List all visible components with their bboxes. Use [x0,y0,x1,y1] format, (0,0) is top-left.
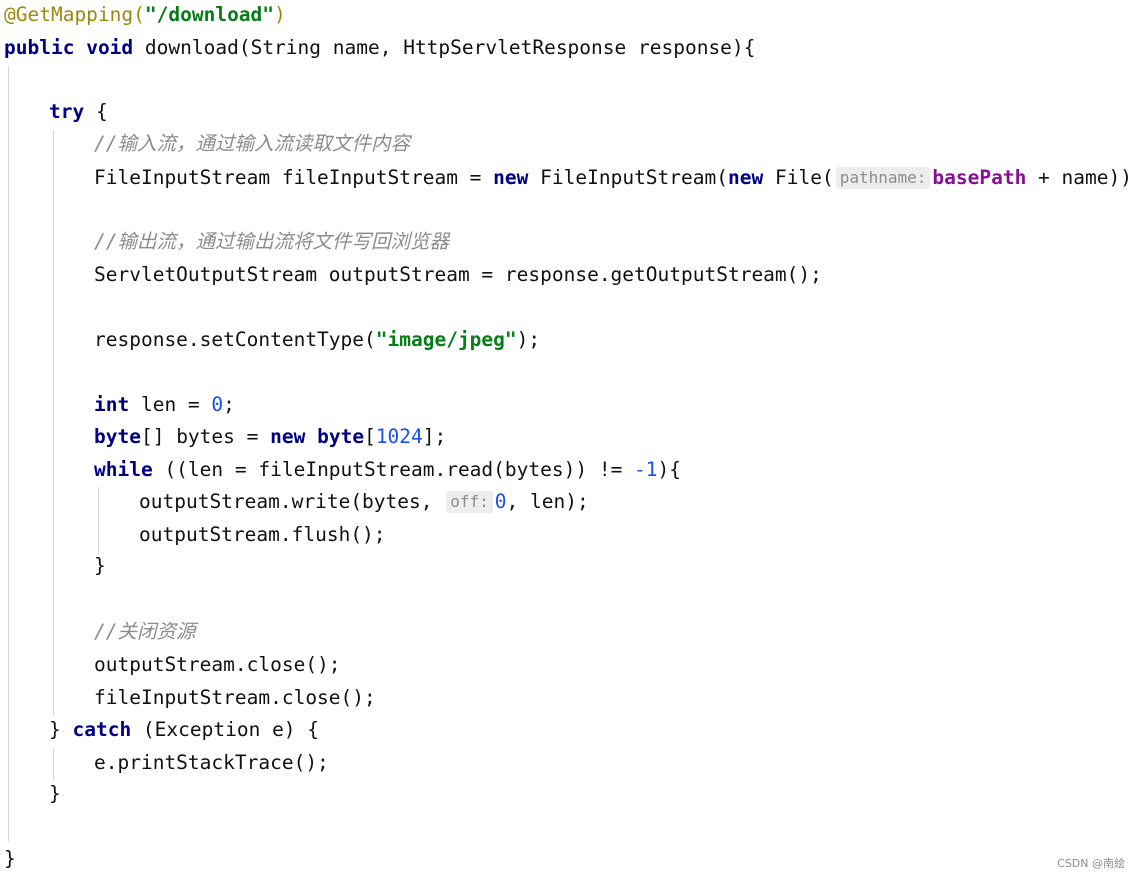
keyword: new [270,425,306,448]
comment: //关闭资源 [94,620,196,643]
code-line-input-close: fileInputStream.close(); [94,684,376,712]
indent-guide-try [53,130,54,716]
keyword: byte [317,425,365,448]
code-line-try: try { [49,98,108,126]
code-line-byte-array: byte[] bytes = new byte[1024]; [94,423,446,451]
watermark: CSDN @南絵 [1057,857,1125,870]
comment: //输入流，通过输入流读取文件内容 [94,132,410,155]
keyword: catch [72,718,132,741]
keyword: new [493,166,529,189]
code-line-get-mapping: @GetMapping("/download") [4,1,286,29]
code-line-comment-output: //输出流，通过输出流将文件写回浏览器 [94,228,449,256]
code-line-set-content-type: response.setContentType("image/jpeg"); [94,326,540,354]
indent-guide-method [8,66,9,842]
code-text: ){ [657,458,682,481]
number-literal: 0 [211,393,224,416]
number-literal: 1024 [375,425,423,448]
code-text: ); [516,328,541,351]
comment: //输出流，通过输出流将文件写回浏览器 [94,230,449,253]
string-literal: "/download" [144,3,275,26]
code-text: [ [364,425,376,448]
indent-guide-catch [53,748,54,781]
code-text: , len); [506,490,589,513]
code-text: + name)); [1026,166,1135,189]
parameter-hint: off: [446,491,493,513]
code-line-print-stack-trace: e.printStackTrace(); [94,749,329,777]
code-text: [] bytes = [140,425,271,448]
code-text: ((len = fileInputStream.read(bytes)) != [152,458,635,481]
code-line-while: while ((len = fileInputStream.read(bytes… [94,456,681,484]
code-line-servlet-output-stream: ServletOutputStream outputStream = respo… [94,261,822,289]
annotation-token: ) [274,3,286,26]
code-line-catch-close: } [49,780,61,808]
keyword: try [49,100,85,123]
code-text: ; [223,393,235,416]
code-line-while-close: } [94,552,106,580]
string-literal: "image/jpeg" [375,328,517,351]
code-line-method-close: } [4,845,16,873]
code-text: FileInputStream( [528,166,728,189]
code-line-comment-input: //输入流，通过输入流读取文件内容 [94,130,410,158]
code-text: outputStream.write(bytes, [139,490,445,513]
code-text: File( [763,166,834,189]
code-text: outputStream.flush(); [139,523,386,546]
code-line-method-signature: public void download(String name, HttpSe… [4,34,755,62]
keyword: public [4,36,75,59]
code-line-file-input-stream: FileInputStream fileInputStream = new Fi… [94,164,1135,192]
code-text: ]; [422,425,447,448]
code-text: download(String name, HttpServletRespons… [144,36,756,59]
code-text: } [94,554,106,577]
code-editor[interactable]: @GetMapping("/download") public void dow… [0,0,1135,879]
code-line-comment-close: //关闭资源 [94,618,195,646]
code-text: { [84,100,108,123]
field-reference: basePath [932,166,1027,189]
code-text: } [4,847,16,870]
indent-guide-while [98,487,99,555]
code-line-output-close: outputStream.close(); [94,651,341,679]
code-text: response.setContentType( [94,328,376,351]
annotation-token: @GetMapping( [4,3,145,26]
number-literal: 0 [494,490,507,513]
code-text: (Exception e) { [131,718,320,741]
code-line-flush: outputStream.flush(); [139,521,386,549]
keyword: while [94,458,153,481]
code-text: } [49,782,61,805]
code-text: e.printStackTrace(); [94,751,329,774]
number-literal: -1 [634,458,658,481]
code-line-catch: } catch (Exception e) { [49,716,319,744]
code-text: } [49,718,73,741]
code-text: len = [129,393,212,416]
parameter-hint: pathname: [835,167,931,189]
code-line-int-len: int len = 0; [94,391,235,419]
keyword: int [94,393,130,416]
code-text: ServletOutputStream outputStream = respo… [94,263,822,286]
keyword: void [86,36,134,59]
keyword: new [728,166,764,189]
code-text: fileInputStream.close(); [94,686,376,709]
code-line-write: outputStream.write(bytes, off: 0, len); [139,488,589,516]
code-text: FileInputStream fileInputStream = [94,166,494,189]
code-text: outputStream.close(); [94,653,341,676]
keyword: byte [94,425,141,448]
